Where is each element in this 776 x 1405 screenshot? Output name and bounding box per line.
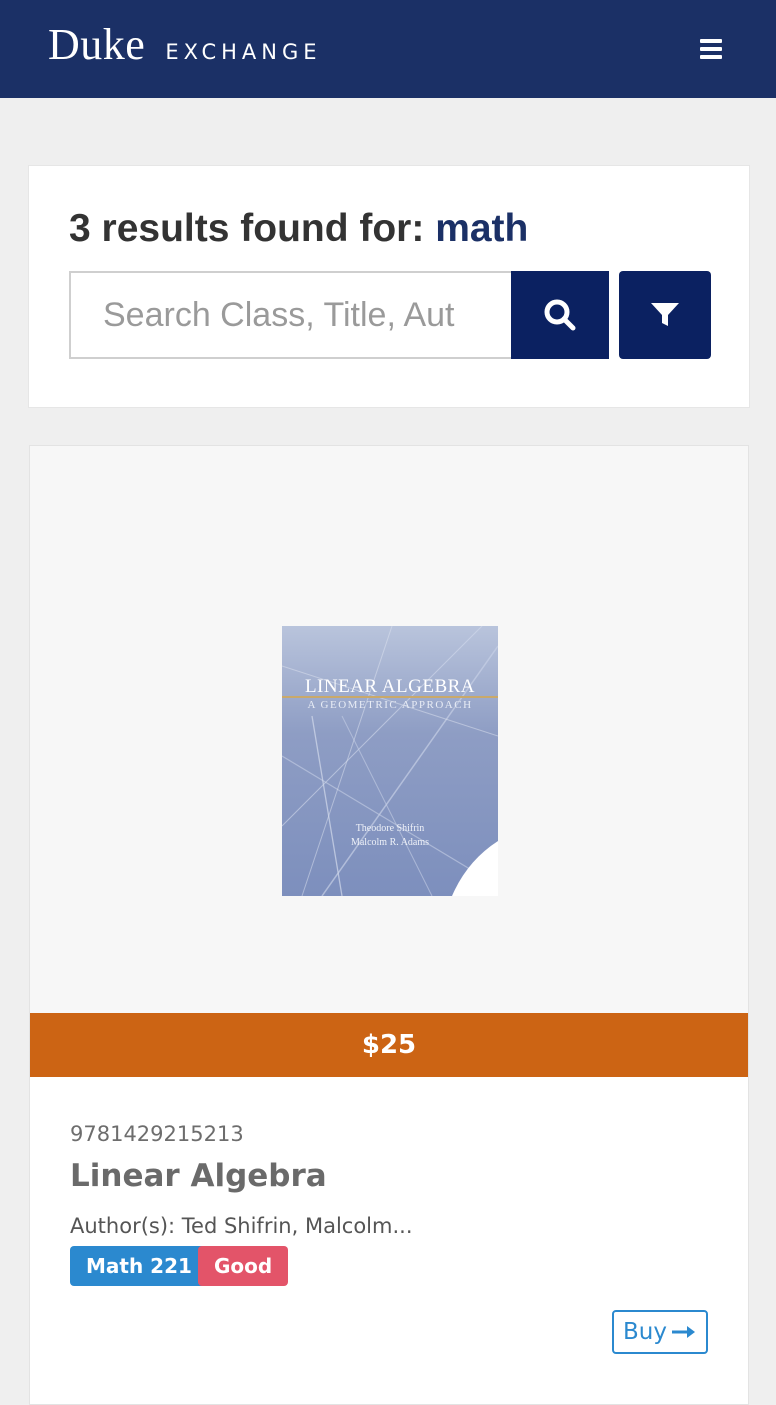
filter-button[interactable] — [619, 271, 711, 359]
filter-icon — [651, 303, 679, 326]
buy-button[interactable]: Buy — [612, 1310, 708, 1354]
arrow-right-icon — [671, 1326, 695, 1338]
top-navbar: Duke EXCHANGE — [0, 0, 776, 98]
results-query: math — [435, 207, 529, 250]
book-listing-card[interactable]: LINEAR ALGEBRA A GEOMETRIC APPROACH Theo… — [29, 445, 749, 1405]
cover-author-1: Theodore Shifrin — [355, 823, 425, 834]
cover-graphic — [282, 626, 498, 896]
brand-sub-text: EXCHANGE — [165, 40, 322, 64]
brand-main-text: Duke — [48, 20, 146, 69]
cover-author-2: Malcolm R. Adams — [350, 837, 430, 848]
class-badge: Math 221 — [70, 1246, 208, 1286]
search-input[interactable] — [69, 271, 511, 359]
cover-subtitle: A GEOMETRIC APPROACH — [307, 699, 473, 711]
search-panel: 3 results found for: math — [28, 165, 750, 408]
results-heading: 3 results found for: math — [69, 206, 528, 252]
book-cover-area: LINEAR ALGEBRA A GEOMETRIC APPROACH Theo… — [30, 446, 748, 1013]
search-icon — [544, 299, 576, 331]
buy-button-label: Buy — [623, 1319, 667, 1345]
book-authors: Author(s): Ted Shifrin, Malcolm... — [70, 1214, 413, 1238]
search-button[interactable] — [511, 271, 609, 359]
isbn-text: 9781429215213 — [70, 1122, 244, 1146]
book-cover-image[interactable]: LINEAR ALGEBRA A GEOMETRIC APPROACH Theo… — [282, 626, 498, 896]
price-banner: $25 — [30, 1013, 748, 1077]
cover-divider — [282, 696, 498, 698]
hamburger-menu-icon[interactable] — [698, 37, 726, 61]
brand-logo[interactable]: Duke EXCHANGE — [48, 22, 322, 68]
book-title[interactable]: Linear Algebra — [70, 1158, 327, 1194]
cover-authors: Theodore Shifrin Malcolm R. Adams — [282, 822, 498, 850]
results-count-text: 3 results found for: — [69, 207, 436, 250]
condition-badge: Good — [198, 1246, 289, 1286]
cover-title: LINEAR ALGEBRA — [304, 676, 476, 697]
